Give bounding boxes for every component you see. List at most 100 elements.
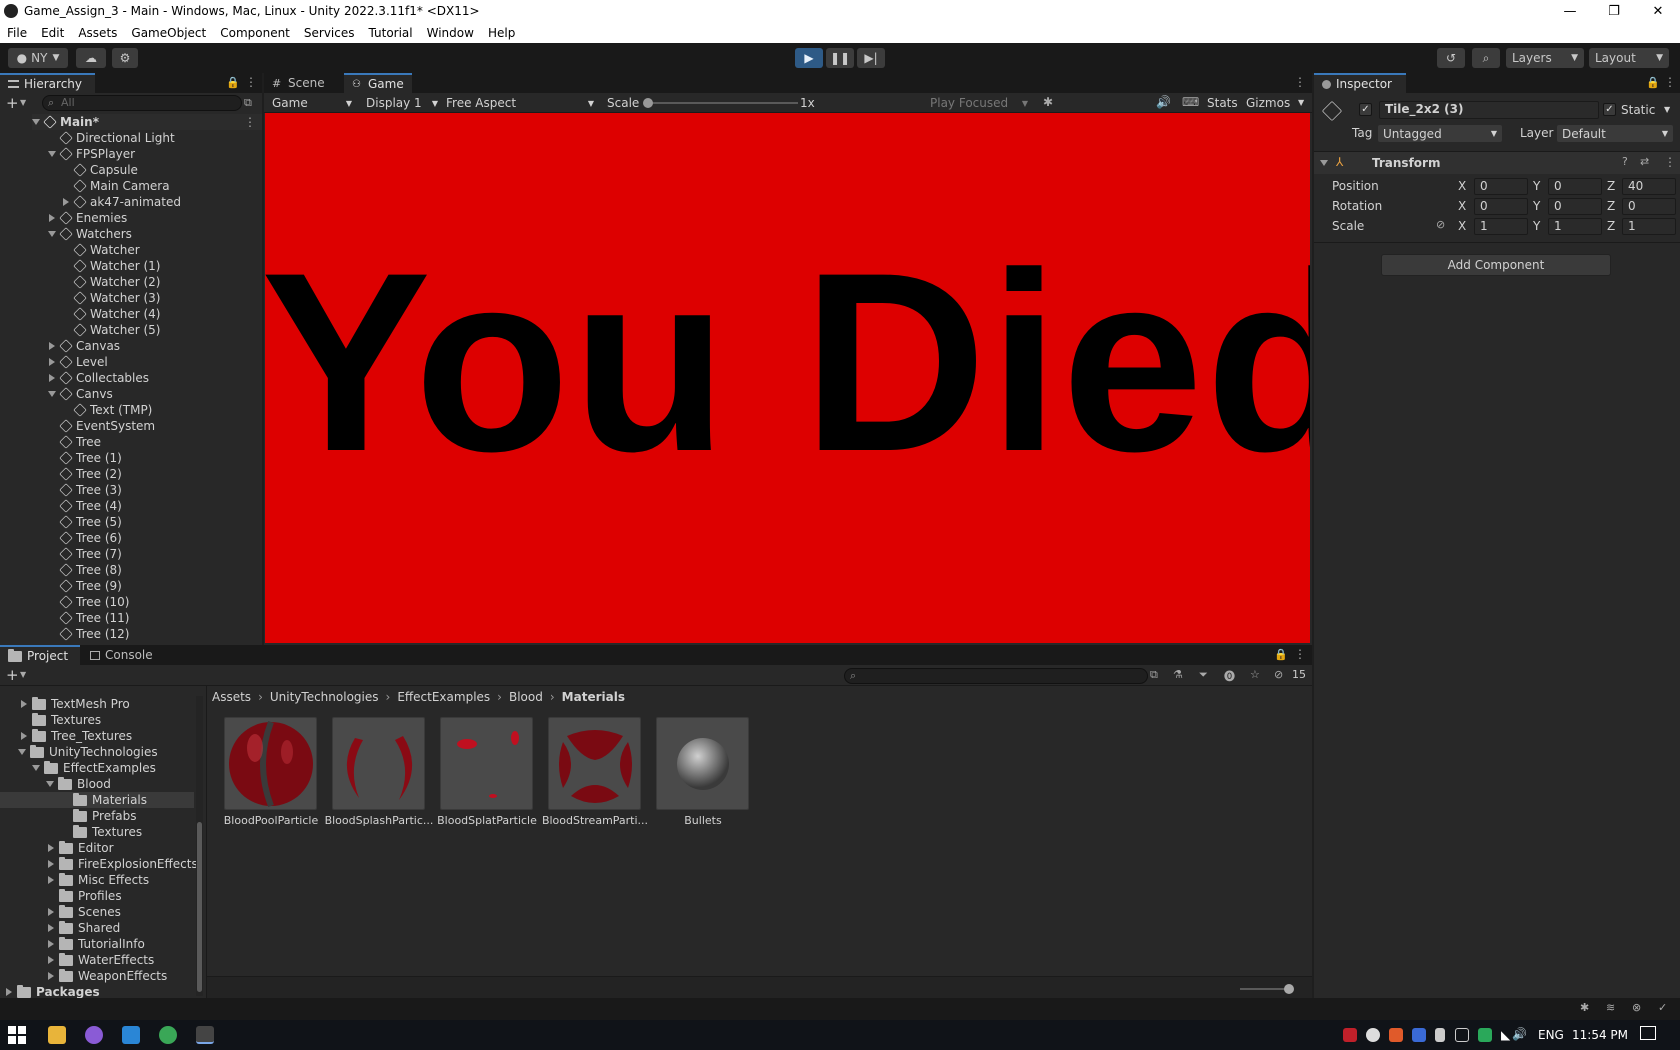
scale-z-field[interactable]: 1 <box>1622 218 1676 235</box>
scale-slider-handle[interactable] <box>643 98 653 108</box>
menu-services[interactable]: Services <box>297 26 362 40</box>
asset-item[interactable]: Bullets <box>648 717 758 827</box>
view-mode-dropdown[interactable]: Game ▼ <box>268 95 356 111</box>
expand-icon[interactable] <box>49 374 55 382</box>
account-dropdown[interactable]: ● NY ▼ <box>8 48 68 68</box>
scene-root-row[interactable]: Main* ⋮ <box>32 114 262 130</box>
breadcrumb-item[interactable]: EffectExamples <box>397 690 490 704</box>
expand-icon[interactable] <box>48 151 56 157</box>
check-icon[interactable]: ✓ <box>1658 1001 1667 1014</box>
folder-row[interactable]: Textures <box>73 824 142 840</box>
rotation-x-field[interactable]: 0 <box>1474 198 1528 215</box>
favorite-icon[interactable]: ☆ <box>1250 668 1260 681</box>
asset-item[interactable]: BloodPoolParticle <box>216 717 326 827</box>
expand-icon[interactable] <box>48 860 54 868</box>
gizmos-button[interactable]: Gizmos <box>1246 96 1290 110</box>
tab-scene[interactable]: # Scene <box>264 73 336 93</box>
breadcrumb-item-current[interactable]: Materials <box>562 690 625 704</box>
folder-row[interactable]: Tree_Textures <box>20 728 132 744</box>
minimize-button[interactable]: — <box>1548 0 1592 22</box>
tab-inspector[interactable]: Inspector <box>1314 73 1406 93</box>
rotation-z-field[interactable]: 0 <box>1622 198 1676 215</box>
audio-icon[interactable]: 🔊 <box>1156 95 1171 109</box>
more-options-icon[interactable]: ⋮ <box>1664 75 1676 89</box>
project-search-input[interactable]: ⌕ <box>844 668 1148 684</box>
breadcrumb-item[interactable]: Assets <box>212 690 251 704</box>
more-options-icon[interactable]: ⋮ <box>1294 647 1306 661</box>
constrain-proportions-icon[interactable]: ⊘ <box>1436 218 1445 231</box>
chevron-down-icon[interactable]: ▼ <box>20 98 26 107</box>
expand-icon[interactable] <box>49 342 55 350</box>
restore-button[interactable]: ❐ <box>1592 0 1636 22</box>
add-icon[interactable]: + <box>6 666 19 684</box>
position-y-field[interactable]: 0 <box>1548 178 1602 195</box>
play-focused-dropdown[interactable]: Play Focused ▼ <box>926 95 1032 111</box>
expand-icon[interactable] <box>48 956 54 964</box>
folder-row[interactable]: FireExplosionEffects <box>47 856 198 872</box>
notifications-icon[interactable] <box>1640 1026 1656 1040</box>
menu-file[interactable]: File <box>0 26 34 40</box>
lock-icon[interactable]: 🔒 <box>1274 648 1288 661</box>
expand-icon[interactable] <box>21 732 27 740</box>
folder-row[interactable]: TextMesh Pro <box>20 696 130 712</box>
scale-slider[interactable] <box>643 98 798 108</box>
tray-app-icon[interactable] <box>1412 1028 1426 1042</box>
expand-icon[interactable] <box>32 765 40 771</box>
tab-project[interactable]: Project <box>0 645 80 665</box>
layer-dropdown[interactable]: Default ▼ <box>1557 125 1673 142</box>
menu-help[interactable]: Help <box>481 26 522 40</box>
menu-gameobject[interactable]: GameObject <box>124 26 213 40</box>
bug-icon[interactable]: ✱ <box>1043 95 1053 109</box>
preset-icon[interactable]: ⇄ <box>1640 155 1649 168</box>
expand-icon[interactable] <box>48 391 56 397</box>
layout-dropdown[interactable]: Layout ▼ <box>1589 48 1669 68</box>
position-x-field[interactable]: 0 <box>1474 178 1528 195</box>
bug-icon[interactable]: ✱ <box>1580 1001 1589 1014</box>
unity-hub-icon[interactable] <box>196 1026 214 1044</box>
step-button[interactable]: ▶| <box>857 48 885 68</box>
file-explorer-icon[interactable] <box>48 1026 66 1044</box>
asset-item[interactable]: BloodSplashPartic... <box>324 717 434 827</box>
vscode-icon[interactable] <box>122 1026 140 1044</box>
aspect-dropdown[interactable]: Free Aspect ▼ <box>442 95 598 111</box>
expand-icon[interactable] <box>46 781 54 787</box>
folder-row[interactable]: Profiles <box>59 888 122 904</box>
display-icon[interactable] <box>1455 1028 1469 1042</box>
folder-row[interactable]: TutorialInfo <box>47 936 145 952</box>
search-button[interactable]: ⌕ <box>1472 48 1500 68</box>
menu-tutorial[interactable]: Tutorial <box>362 26 420 40</box>
folder-row[interactable]: WaterEffects <box>47 952 154 968</box>
position-z-field[interactable]: 40 <box>1622 178 1676 195</box>
stats-button[interactable]: Stats <box>1207 96 1238 110</box>
breadcrumb-item[interactable]: Blood <box>509 690 543 704</box>
folder-row-selected[interactable]: Materials <box>0 792 194 808</box>
keyboard-icon[interactable]: ⌨ <box>1182 95 1199 109</box>
rotation-y-field[interactable]: 0 <box>1548 198 1602 215</box>
unity-tray-icon[interactable] <box>1366 1028 1380 1042</box>
chrome-icon[interactable] <box>159 1026 177 1044</box>
packages-row[interactable]: Packages <box>5 984 100 998</box>
lock-icon[interactable]: 🔒 <box>1646 76 1660 89</box>
expand-icon[interactable] <box>21 700 27 708</box>
folder-row[interactable]: Blood <box>46 776 111 792</box>
transform-header[interactable]: ⅄ Transform ? ⇄ ⋮ <box>1314 152 1680 174</box>
folder-row[interactable]: Textures <box>32 712 101 728</box>
hidden-packages-icon[interactable]: ⊘ <box>1274 668 1283 681</box>
menu-window[interactable]: Window <box>420 26 481 40</box>
pause-button[interactable]: ❚❚ <box>826 48 854 68</box>
menu-component[interactable]: Component <box>213 26 297 40</box>
folder-row[interactable]: Scenes <box>47 904 121 920</box>
stack-icon[interactable]: ≋ <box>1606 1001 1615 1014</box>
active-checkbox[interactable]: ✓ <box>1359 103 1372 116</box>
error-filter-icon[interactable]: ⓿ <box>1224 668 1235 684</box>
more-options-icon[interactable]: ⋮ <box>245 75 257 89</box>
volume-icon[interactable]: 🔊 <box>1512 1027 1528 1043</box>
windows-start-icon[interactable] <box>8 1026 26 1044</box>
static-checkbox[interactable]: ✓ <box>1603 103 1616 116</box>
services-button[interactable]: ⚙ <box>112 48 138 68</box>
expand-icon[interactable] <box>63 198 69 206</box>
label-icon[interactable]: ⏷ <box>1199 668 1208 682</box>
filter-icon[interactable]: ⚗ <box>1173 668 1183 681</box>
folder-row[interactable]: Misc Effects <box>47 872 149 888</box>
tree-scrollbar[interactable] <box>196 696 203 996</box>
